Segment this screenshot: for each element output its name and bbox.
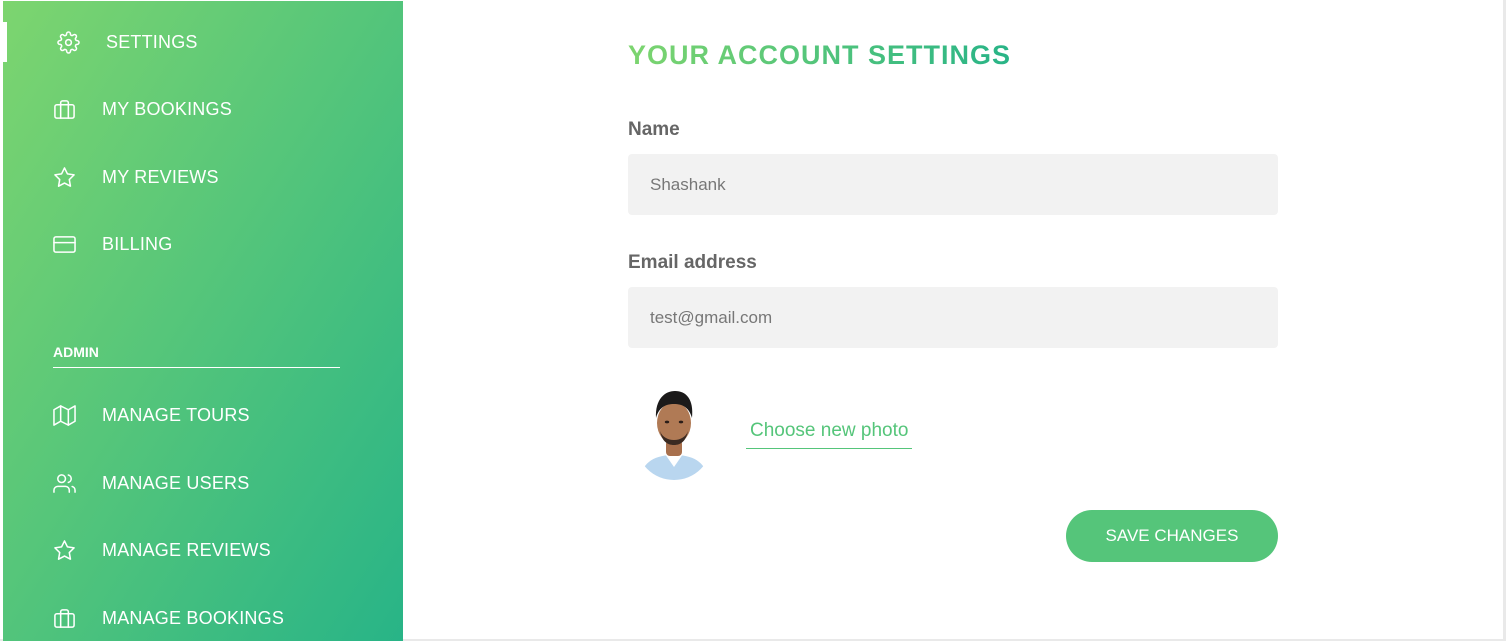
sidebar-item-my-bookings[interactable]: MY BOOKINGS [3, 89, 403, 129]
page-title: YOUR ACCOUNT SETTINGS [628, 40, 1012, 70]
email-field[interactable] [628, 287, 1278, 348]
settings-icon [57, 31, 80, 54]
sidebar-item-manage-tours[interactable]: MANAGE TOURS [3, 395, 403, 435]
credit-card-icon [53, 233, 76, 256]
sidebar: SETTINGS MY BOOKINGS MY REVIEWS BILLING … [3, 1, 403, 641]
star-icon [53, 539, 76, 562]
sidebar-item-manage-users[interactable]: MANAGE USERS [3, 463, 403, 503]
sidebar-item-label: MANAGE USERS [102, 473, 250, 493]
save-changes-button[interactable]: SAVE CHANGES [1066, 510, 1278, 562]
choose-new-photo-link[interactable]: Choose new photo [746, 420, 913, 449]
sidebar-item-billing[interactable]: BILLING [3, 224, 403, 264]
name-label: Name [628, 119, 680, 140]
sidebar-item-manage-bookings[interactable]: MANAGE BOOKINGS [3, 598, 403, 638]
account-settings-page: SETTINGS MY BOOKINGS MY REVIEWS BILLING … [0, 0, 1506, 641]
account-settings-form: YOUR ACCOUNT SETTINGS Name Email address… [403, 0, 1503, 639]
sidebar-item-label: MY REVIEWS [102, 167, 219, 187]
sidebar-item-label: MANAGE REVIEWS [102, 540, 271, 560]
user-photo-icon [636, 385, 712, 480]
star-icon [53, 166, 76, 189]
sidebar-item-my-reviews[interactable]: MY REVIEWS [3, 157, 403, 197]
email-label: Email address [628, 252, 757, 273]
name-field[interactable] [628, 154, 1278, 215]
users-icon [53, 472, 76, 495]
sidebar-item-settings[interactable]: SETTINGS [3, 22, 403, 62]
map-icon [53, 404, 76, 427]
admin-section-heading: ADMIN [53, 344, 340, 368]
sidebar-item-manage-reviews[interactable]: MANAGE REVIEWS [3, 530, 403, 570]
sidebar-item-label: MANAGE BOOKINGS [102, 608, 285, 628]
sidebar-item-label: SETTINGS [106, 32, 198, 52]
avatar [636, 385, 712, 480]
sidebar-item-label: MY BOOKINGS [102, 99, 232, 119]
briefcase-icon [53, 98, 76, 121]
sidebar-item-label: BILLING [102, 234, 173, 254]
briefcase-icon [53, 607, 76, 630]
sidebar-item-label: MANAGE TOURS [102, 405, 250, 425]
